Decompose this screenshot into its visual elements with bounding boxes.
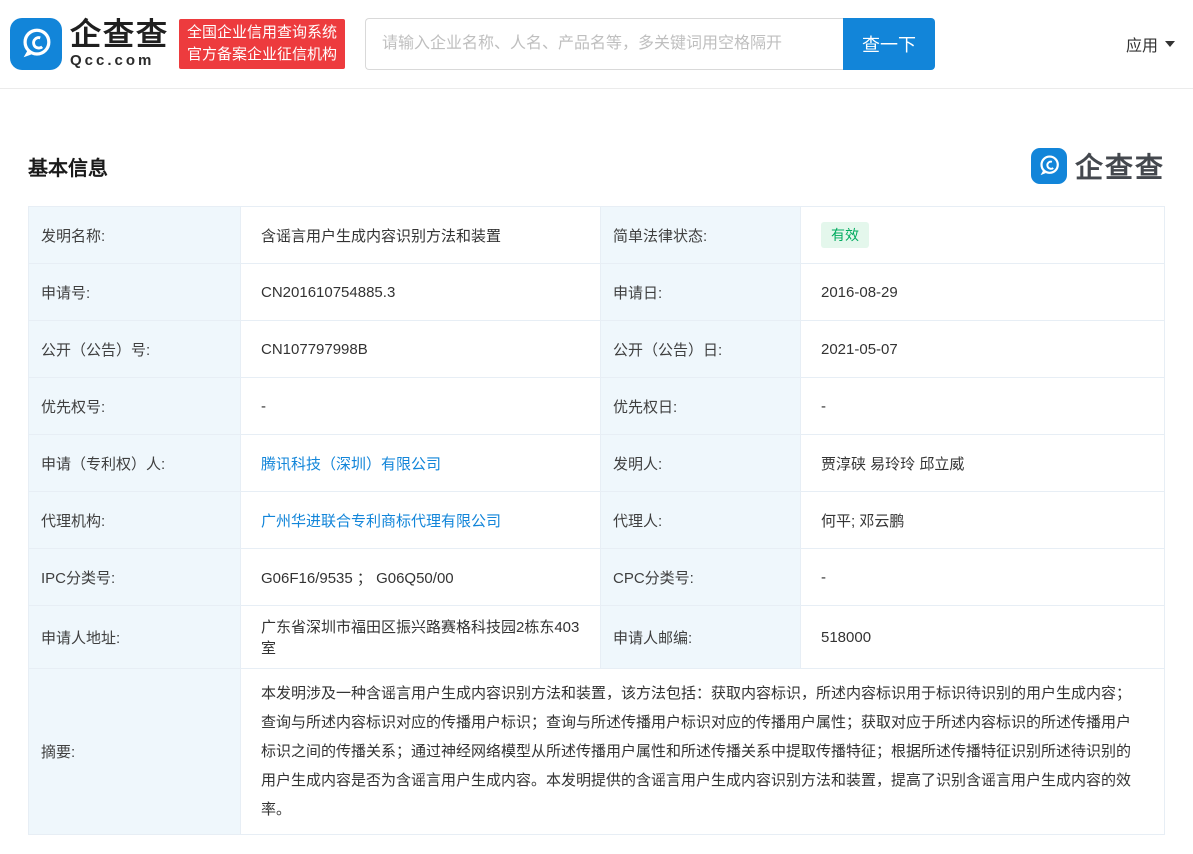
abstract-text: 本发明涉及一种含谣言用户生成内容识别方法和装置，该方法包括：获取内容标识，所述内…: [261, 679, 1144, 824]
applicant-address-value: 广东省深圳市福田区振兴路赛格科技园2栋东403室: [241, 606, 601, 669]
agency-link[interactable]: 广州华进联合专利商标代理有限公司: [261, 513, 501, 530]
field-label: 代理机构:: [29, 492, 241, 549]
field-label: 申请（专利权）人:: [29, 435, 241, 492]
main-content: 基本信息 企查查 发明名称: 含谣言用户生成内容识别方法和装置 简单法律状态: …: [0, 146, 1193, 835]
qcc-logo-icon: [10, 18, 62, 70]
table-row: IPC分类号: G06F16/9535 ； G06Q50/00 CPC分类号: …: [29, 549, 1165, 606]
field-label: IPC分类号:: [29, 549, 241, 606]
field-label: CPC分类号:: [601, 549, 801, 606]
field-label: 申请号:: [29, 264, 241, 321]
ipc-class-value: G06F16/9535 ； G06Q50/00: [241, 549, 601, 606]
table-row: 申请号: CN201610754885.3 申请日: 2016-08-29: [29, 264, 1165, 321]
table-row: 优先权号: - 优先权日: -: [29, 378, 1165, 435]
postal-code-value: 518000: [801, 606, 1165, 669]
page-title: 基本信息: [28, 152, 108, 181]
field-label: 摘要:: [29, 669, 241, 835]
table-row: 代理机构: 广州华进联合专利商标代理有限公司 代理人: 何平; 邓云鹏: [29, 492, 1165, 549]
field-label: 公开（公告）号:: [29, 321, 241, 378]
priority-number-value: -: [241, 378, 601, 435]
status-badge: 有效: [821, 222, 869, 248]
credential-badge-line1: 全国企业信用查询系统: [187, 22, 337, 44]
field-label: 优先权日:: [601, 378, 801, 435]
credential-badge-line2: 官方备案企业征信机构: [187, 44, 337, 66]
magnifier-icon: [1036, 153, 1062, 179]
qcc-watermark-icon: [1031, 148, 1067, 184]
basic-info-table: 发明名称: 含谣言用户生成内容识别方法和装置 简单法律状态: 有效 申请号: C…: [28, 206, 1165, 835]
top-header: 企查查 Qcc.com 全国企业信用查询系统 官方备案企业征信机构 查一下 应用: [0, 0, 1193, 89]
field-label: 代理人:: [601, 492, 801, 549]
priority-date-value: -: [801, 378, 1165, 435]
brand-name-cn: 企查查: [70, 19, 169, 52]
field-label: 申请人地址:: [29, 606, 241, 669]
field-label: 申请人邮编:: [601, 606, 801, 669]
field-label: 发明名称:: [29, 207, 241, 264]
apps-menu-label: 应用: [1126, 32, 1158, 56]
field-label: 发明人:: [601, 435, 801, 492]
search-bar: 查一下: [365, 18, 935, 70]
agents-value: 何平; 邓云鹏: [801, 492, 1165, 549]
legal-status-cell: 有效: [801, 207, 1165, 264]
brand-name-en: Qcc.com: [70, 52, 169, 69]
invention-name-value: 含谣言用户生成内容识别方法和装置: [241, 207, 601, 264]
table-row: 发明名称: 含谣言用户生成内容识别方法和装置 简单法律状态: 有效: [29, 207, 1165, 264]
abstract-cell: 本发明涉及一种含谣言用户生成内容识别方法和装置，该方法包括：获取内容标识，所述内…: [241, 669, 1165, 835]
table-row: 申请人地址: 广东省深圳市福田区振兴路赛格科技园2栋东403室 申请人邮编: 5…: [29, 606, 1165, 669]
chevron-down-icon: [1165, 41, 1175, 47]
cpc-class-value: -: [801, 549, 1165, 606]
magnifier-icon: [17, 25, 55, 63]
field-label: 申请日:: [601, 264, 801, 321]
credential-badge: 全国企业信用查询系统 官方备案企业征信机构: [179, 19, 345, 69]
qcc-watermark: 企查查: [1031, 146, 1165, 186]
section-header: 基本信息 企查查: [28, 146, 1165, 186]
publication-number-value: CN107797998B: [241, 321, 601, 378]
qcc-logo[interactable]: 企查查 Qcc.com: [10, 18, 169, 70]
apps-menu[interactable]: 应用: [1124, 24, 1177, 64]
agency-cell: 广州华进联合专利商标代理有限公司: [241, 492, 601, 549]
applicant-cell: 腾讯科技（深圳）有限公司: [241, 435, 601, 492]
qcc-watermark-text: 企查查: [1075, 146, 1165, 186]
publication-date-value: 2021-05-07: [801, 321, 1165, 378]
table-row-abstract: 摘要: 本发明涉及一种含谣言用户生成内容识别方法和装置，该方法包括：获取内容标识…: [29, 669, 1165, 835]
table-row: 申请（专利权）人: 腾讯科技（深圳）有限公司 发明人: 贾淳硖 易玲玲 邱立威: [29, 435, 1165, 492]
application-date-value: 2016-08-29: [801, 264, 1165, 321]
applicant-link[interactable]: 腾讯科技（深圳）有限公司: [261, 456, 441, 473]
field-label: 简单法律状态:: [601, 207, 801, 264]
search-button[interactable]: 查一下: [843, 18, 935, 70]
field-label: 公开（公告）日:: [601, 321, 801, 378]
inventors-value: 贾淳硖 易玲玲 邱立威: [801, 435, 1165, 492]
table-row: 公开（公告）号: CN107797998B 公开（公告）日: 2021-05-0…: [29, 321, 1165, 378]
search-input[interactable]: [365, 18, 843, 70]
field-label: 优先权号:: [29, 378, 241, 435]
brand-text: 企查查 Qcc.com: [70, 19, 169, 70]
application-number-value: CN201610754885.3: [241, 264, 601, 321]
